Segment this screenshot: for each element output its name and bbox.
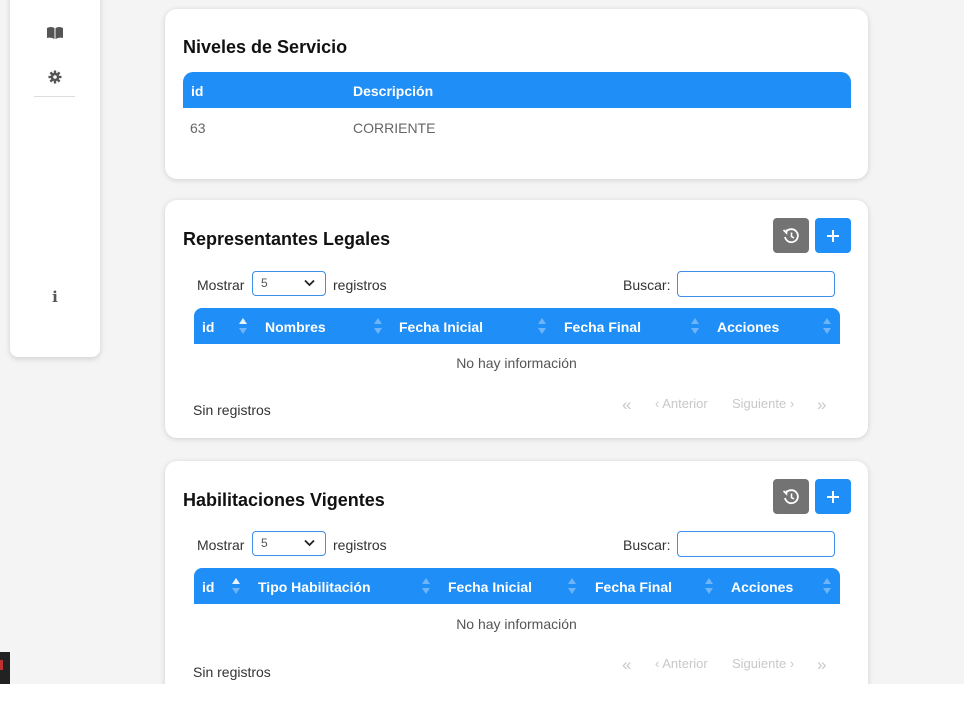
- history-icon: [782, 488, 799, 504]
- gear-icon[interactable]: [46, 68, 64, 86]
- sort-icon: [705, 578, 713, 594]
- footer-info: Sin registros: [193, 664, 271, 680]
- pager-last[interactable]: »: [817, 655, 826, 675]
- sort-icon: [422, 578, 430, 594]
- pager-prev[interactable]: ‹ Anterior: [655, 656, 708, 671]
- col-descripcion: Descripción: [353, 83, 434, 99]
- history-button[interactable]: [773, 479, 809, 514]
- col-acciones[interactable]: Acciones: [731, 579, 793, 595]
- add-button[interactable]: [815, 218, 851, 253]
- sort-icon: [374, 318, 382, 334]
- pager-prev[interactable]: ‹ Anterior: [655, 396, 708, 411]
- show-prefix: Mostrar: [197, 537, 245, 553]
- representantes-title: Representantes Legales: [183, 229, 391, 249]
- col-acciones[interactable]: Acciones: [717, 319, 779, 335]
- page-size-value: 5: [261, 536, 268, 550]
- page-size-select[interactable]: 5: [252, 271, 326, 296]
- bottom-bar: [0, 684, 964, 706]
- sort-asc-icon: [232, 578, 240, 594]
- search-label: Buscar:: [623, 277, 671, 293]
- info-icon[interactable]: i: [46, 288, 64, 306]
- page-size-select[interactable]: 5: [252, 531, 326, 556]
- plus-icon: [827, 229, 839, 242]
- row-id: 63: [190, 120, 206, 136]
- sidebar: i: [10, 0, 100, 357]
- show-prefix: Mostrar: [197, 277, 245, 293]
- book-icon[interactable]: [46, 24, 64, 42]
- taskbar-accent: [0, 660, 3, 670]
- niveles-card: Niveles de Servicio id Descripción 63 CO…: [165, 9, 868, 179]
- representantes-card: Representantes Legales Mostrar 5 registr…: [165, 200, 868, 438]
- sort-asc-icon: [239, 318, 247, 334]
- pager-next[interactable]: Siguiente ›: [732, 396, 794, 411]
- add-button[interactable]: [815, 479, 851, 514]
- col-id[interactable]: id: [202, 319, 214, 335]
- sort-icon: [691, 318, 699, 334]
- sidebar-divider: [34, 96, 75, 97]
- row-descripcion: CORRIENTE: [353, 120, 436, 136]
- col-id[interactable]: id: [202, 579, 214, 595]
- page-size-value: 5: [261, 276, 268, 290]
- search-input[interactable]: [677, 531, 835, 557]
- col-id: id: [191, 83, 204, 99]
- col-fecha-inicial[interactable]: Fecha Inicial: [448, 579, 532, 595]
- search-input[interactable]: [677, 271, 835, 297]
- col-nombres[interactable]: Nombres: [265, 319, 326, 335]
- pager-first[interactable]: «: [622, 395, 631, 415]
- niveles-table-header: id Descripción: [183, 72, 851, 108]
- pager-next[interactable]: Siguiente ›: [732, 656, 794, 671]
- pager-last[interactable]: »: [817, 395, 826, 415]
- empty-message: No hay información: [456, 355, 577, 371]
- show-suffix: registros: [333, 277, 387, 293]
- sort-icon: [823, 578, 831, 594]
- col-fecha-final[interactable]: Fecha Final: [564, 319, 641, 335]
- pager-first[interactable]: «: [622, 655, 631, 675]
- col-fecha-final[interactable]: Fecha Final: [595, 579, 672, 595]
- habilitaciones-table-header: id Tipo Habilitación Fecha Inicial Fecha…: [194, 568, 840, 604]
- col-fecha-inicial[interactable]: Fecha Inicial: [399, 319, 483, 335]
- show-suffix: registros: [333, 537, 387, 553]
- chevron-down-icon: [304, 279, 315, 287]
- habilitaciones-card: Habilitaciones Vigentes Mostrar 5 regist…: [165, 461, 868, 701]
- history-icon: [782, 227, 799, 243]
- sort-icon: [823, 318, 831, 334]
- habilitaciones-title: Habilitaciones Vigentes: [183, 490, 385, 510]
- sort-icon: [538, 318, 546, 334]
- representantes-table-header: id Nombres Fecha Inicial Fecha Final Acc…: [194, 308, 840, 344]
- sort-icon: [568, 578, 576, 594]
- chevron-down-icon: [304, 539, 315, 547]
- niveles-title: Niveles de Servicio: [183, 37, 348, 57]
- history-button[interactable]: [773, 218, 809, 253]
- plus-icon: [827, 490, 839, 503]
- empty-message: No hay información: [456, 616, 577, 632]
- footer-info: Sin registros: [193, 402, 271, 418]
- col-tipo-habilitacion[interactable]: Tipo Habilitación: [258, 579, 371, 595]
- search-label: Buscar:: [623, 537, 671, 553]
